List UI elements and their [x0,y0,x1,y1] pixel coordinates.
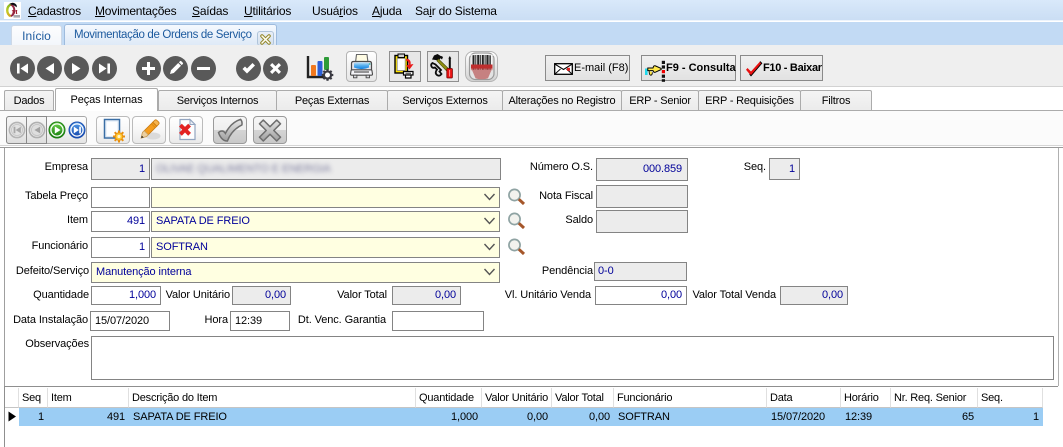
svg-text:M: M [12,9,18,16]
